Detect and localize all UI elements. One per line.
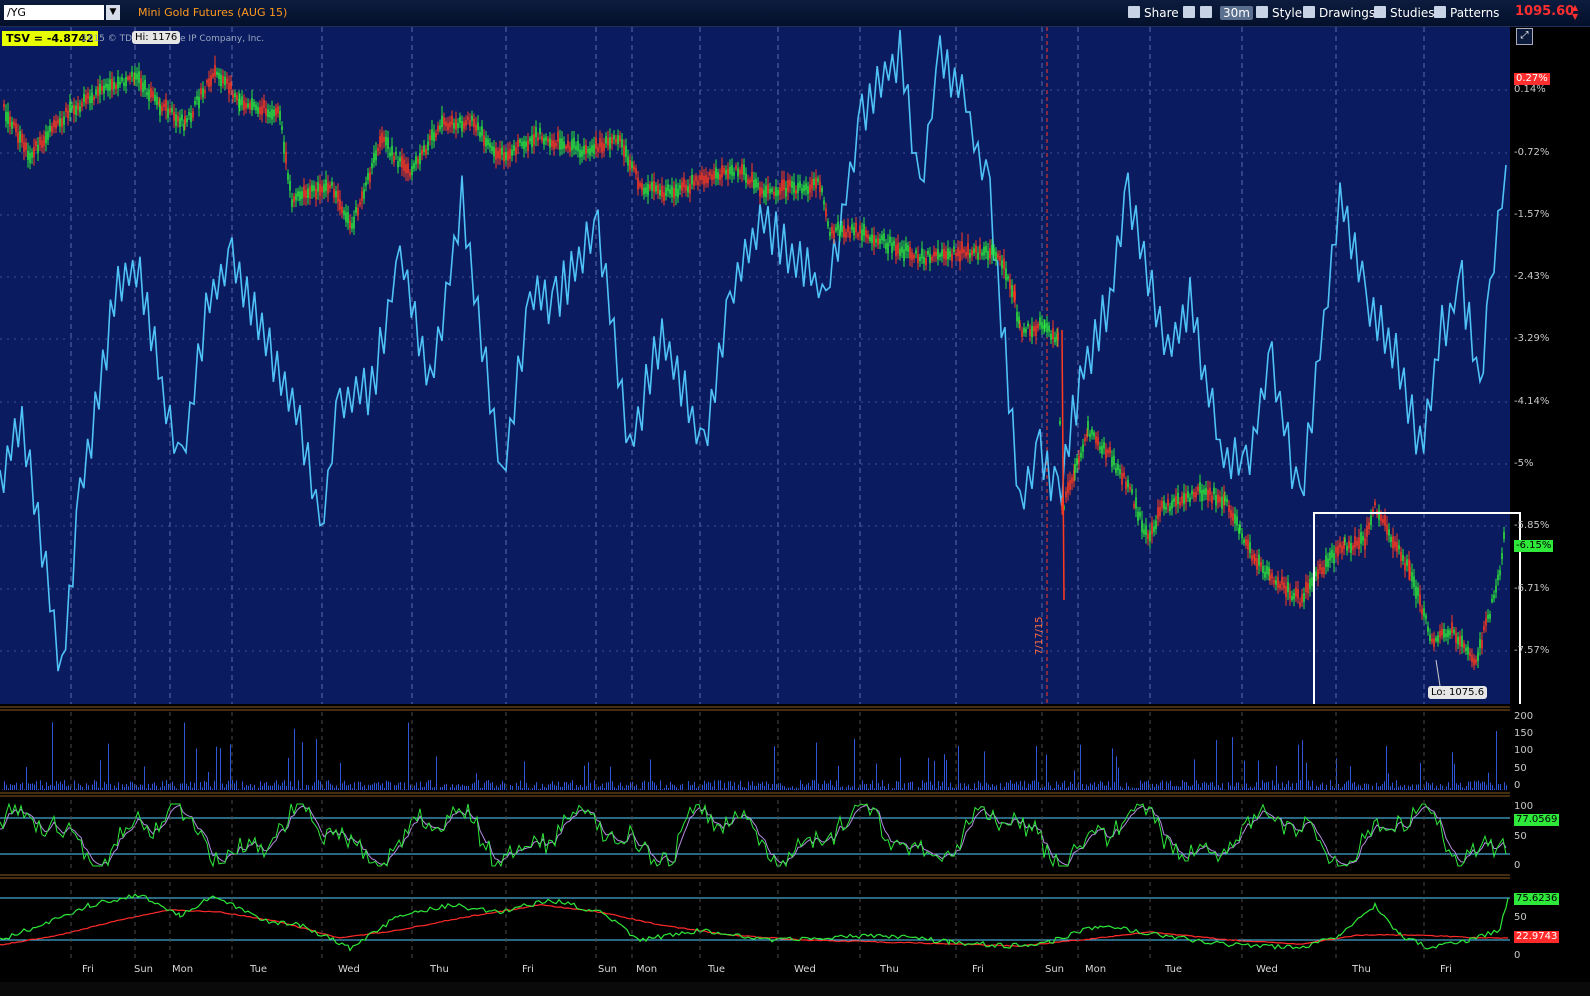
patterns-icon [1434,6,1446,18]
timeframe-label: 30m [1220,6,1253,20]
time-axis-day: Tue [250,964,268,975]
patterns-label: Patterns [1450,6,1500,20]
current-percent-badge: -6.15% [1514,540,1554,552]
price-scale-label: -7.57% [1514,645,1550,656]
last-price: 1095.60 [1515,4,1575,19]
studies-button[interactable]: Studies [1374,4,1435,22]
crosshair-icon [1183,6,1195,18]
price-scale-label: 0.14% [1514,84,1546,95]
time-axis-day: Mon [636,964,658,975]
volume-panel[interactable] [0,712,1510,790]
crosshair-tool-button[interactable] [1183,4,1199,22]
price-scale-label: -5.85% [1514,520,1550,531]
share-icon [1128,6,1140,18]
date-marker-label: 7/17/15 [1034,616,1045,655]
symbol-input[interactable]: /YG [4,5,104,20]
time-axis-day: Sun [598,964,618,975]
drawings-label: Drawings [1319,6,1376,20]
price-scale-label: -6.71% [1514,583,1550,594]
time-axis-day: Tue [708,964,726,975]
price-scale-label: -1.57% [1514,209,1550,220]
time-axis-day: Wed [1256,964,1278,975]
chart-canvas[interactable] [0,27,1590,982]
volume-scale-label: 0 [1514,780,1521,791]
bottom-status-bar [0,982,1590,996]
drawings-button[interactable]: Drawings [1303,4,1375,22]
osc-scale-50: 50 [1514,912,1527,923]
time-axis-day: Tue [1165,964,1183,975]
oscillator-panel[interactable] [0,882,1510,962]
patterns-button[interactable]: Patterns [1434,4,1499,22]
time-axis-day: Fri [522,964,534,975]
time-axis-day: Thu [430,964,449,975]
studies-icon [1374,6,1386,18]
price-scale-label: -4.14% [1514,396,1550,407]
osc-red-badge: 22.9743 [1514,931,1560,943]
high-price-bubble: Hi: 1176 [132,31,181,44]
volume-scale-label: 200 [1514,711,1534,722]
time-axis-day: Fri [972,964,984,975]
share-button[interactable]: Share [1128,4,1179,22]
volume-scale-label: 150 [1514,728,1534,739]
time-axis-day: Sun [134,964,154,975]
share-label: Share [1144,6,1179,20]
panel-divider[interactable] [0,704,1590,712]
price-change-arrows: ▲ ▼ [1572,3,1579,21]
time-axis-day: Thu [880,964,899,975]
style-button[interactable]: Style [1256,4,1302,22]
stoch-value-badge: 77.0569 [1514,814,1560,826]
price-scale-area [1510,27,1590,704]
volume-scale-label: 100 [1514,745,1534,756]
wrench-icon [1200,6,1212,18]
low-price-bubble: Lo: 1075.6 [1428,686,1488,699]
expand-icon[interactable]: ⤢ [1516,28,1533,45]
stoch-scale-100: 100 [1514,801,1534,812]
instrument-title: Mini Gold Futures (AUG 15) [138,6,288,19]
time-axis-day: Mon [172,964,194,975]
studies-label: Studies [1390,6,1435,20]
time-axis-day: Fri [82,964,94,975]
time-axis-day: Fri [1440,964,1452,975]
time-axis-day: Mon [1085,964,1107,975]
price-scale-label: -2.43% [1514,271,1550,282]
time-axis-day: Wed [794,964,816,975]
stoch-scale-0: 0 [1514,860,1521,871]
time-axis-day: Wed [338,964,360,975]
time-axis-day: Sun [1045,964,1065,975]
symbol-dropdown-icon[interactable]: ▼ [106,5,120,20]
chart-toolbar: /YG ▼ Mini Gold Futures (AUG 15) Share 3… [0,0,1590,27]
volume-scale-label: 50 [1514,763,1527,774]
pencil-icon [1303,6,1315,18]
style-icon [1256,6,1268,18]
price-panel[interactable] [0,27,1510,704]
timeframe-button[interactable]: 30m [1220,4,1253,22]
osc-green-badge: 75.6236 [1514,893,1560,905]
price-scale-label: -5% [1514,458,1534,469]
stoch-scale-50: 50 [1514,831,1527,842]
osc-scale-0: 0 [1514,950,1521,961]
style-label: Style [1272,6,1303,20]
settings-tool-button[interactable] [1200,4,1216,22]
time-axis-day: Thu [1352,964,1371,975]
price-scale-label: -0.72% [1514,147,1550,158]
price-scale-label: -3.29% [1514,333,1550,344]
